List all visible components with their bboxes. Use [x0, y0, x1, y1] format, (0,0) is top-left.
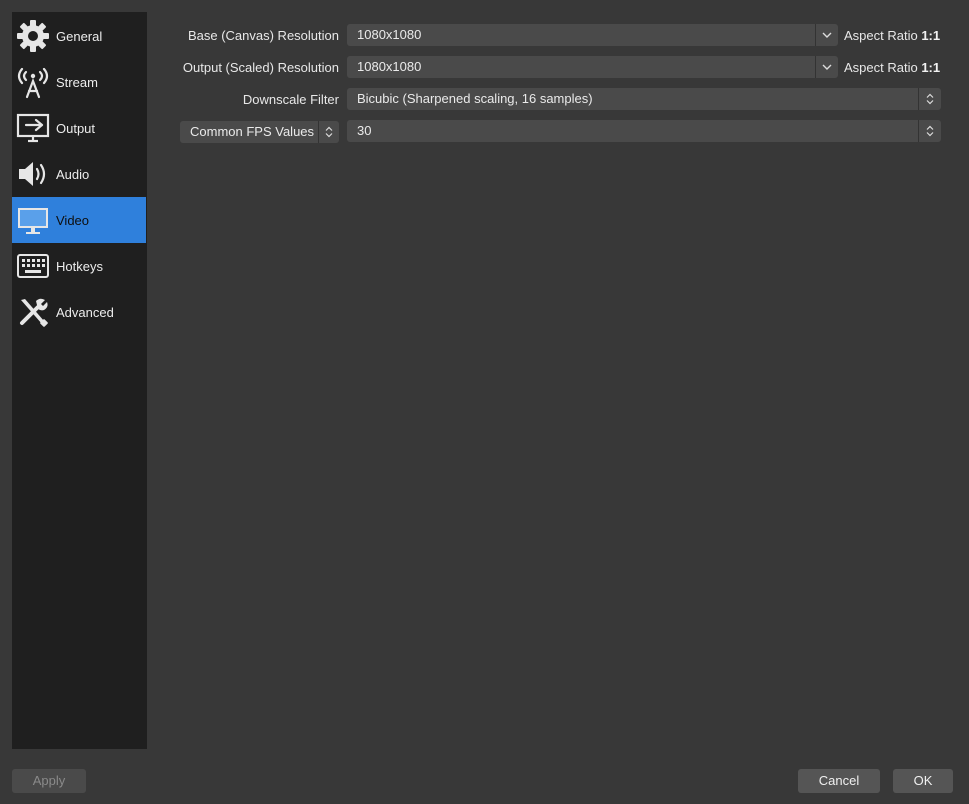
output-resolution-value: 1080x1080 [357, 59, 422, 74]
broadcast-antenna-icon [16, 65, 50, 99]
chevron-down-icon[interactable] [815, 56, 838, 78]
sidebar-item-general[interactable]: General [12, 13, 146, 59]
tools-icon [16, 295, 50, 329]
gear-icon [16, 19, 50, 53]
aspect-ratio-value: 1:1 [921, 28, 941, 43]
monitor-icon [16, 203, 50, 237]
downscale-filter-label: Downscale Filter [242, 92, 339, 107]
base-resolution-combo[interactable]: 1080x1080 [347, 24, 838, 46]
fps-value: 30 [357, 123, 372, 138]
sidebar-item-hotkeys[interactable]: Hotkeys [12, 243, 146, 289]
sidebar-item-label: Audio [56, 166, 90, 182]
sidebar-item-label: Advanced [56, 304, 114, 320]
up-down-chevron-icon[interactable] [918, 88, 941, 110]
fps-type-value: Common FPS Values [190, 124, 315, 139]
speaker-icon [16, 157, 50, 191]
aspect-ratio-value: 1:1 [921, 60, 941, 75]
sidebar-item-label: Video [56, 212, 90, 228]
up-down-chevron-icon[interactable] [318, 121, 339, 143]
chevron-down-icon[interactable] [815, 24, 838, 46]
downscale-filter-value: Bicubic (Sharpened scaling, 16 samples) [357, 91, 593, 106]
output-resolution-label: Output (Scaled) Resolution [182, 60, 339, 75]
ok-button[interactable]: OK [893, 769, 953, 793]
sidebar-item-advanced[interactable]: Advanced [12, 289, 146, 335]
up-down-chevron-icon[interactable] [918, 120, 941, 142]
output-resolution-combo[interactable]: 1080x1080 [347, 56, 838, 78]
cancel-button[interactable]: Cancel [798, 769, 880, 793]
base-resolution-value: 1080x1080 [357, 27, 422, 42]
sidebar-item-label: Stream [56, 74, 98, 90]
sidebar-item-label: Output [56, 120, 96, 136]
base-resolution-label: Base (Canvas) Resolution [187, 28, 339, 43]
sidebar-item-label: General [56, 28, 103, 44]
monitor-output-icon [16, 111, 50, 145]
sidebar-item-output[interactable]: Output [12, 105, 146, 151]
apply-button[interactable]: Apply [12, 769, 86, 793]
fps-type-select[interactable]: Common FPS Values [180, 121, 339, 143]
sidebar-item-audio[interactable]: Audio [12, 151, 146, 197]
sidebar-item-stream[interactable]: Stream [12, 59, 146, 105]
base-aspect-ratio: Aspect Ratio 1:1 [844, 28, 940, 43]
sidebar-item-video[interactable]: Video [12, 197, 146, 243]
aspect-ratio-label: Aspect Ratio [844, 60, 918, 75]
sidebar-item-label: Hotkeys [56, 258, 103, 274]
downscale-filter-select[interactable]: Bicubic (Sharpened scaling, 16 samples) [347, 88, 941, 110]
keyboard-icon [16, 249, 50, 283]
aspect-ratio-label: Aspect Ratio [844, 28, 918, 43]
settings-sidebar: General Stream Output Audio Video Hotkey… [12, 12, 147, 749]
fps-value-select[interactable]: 30 [347, 120, 941, 142]
output-aspect-ratio: Aspect Ratio 1:1 [844, 60, 940, 75]
